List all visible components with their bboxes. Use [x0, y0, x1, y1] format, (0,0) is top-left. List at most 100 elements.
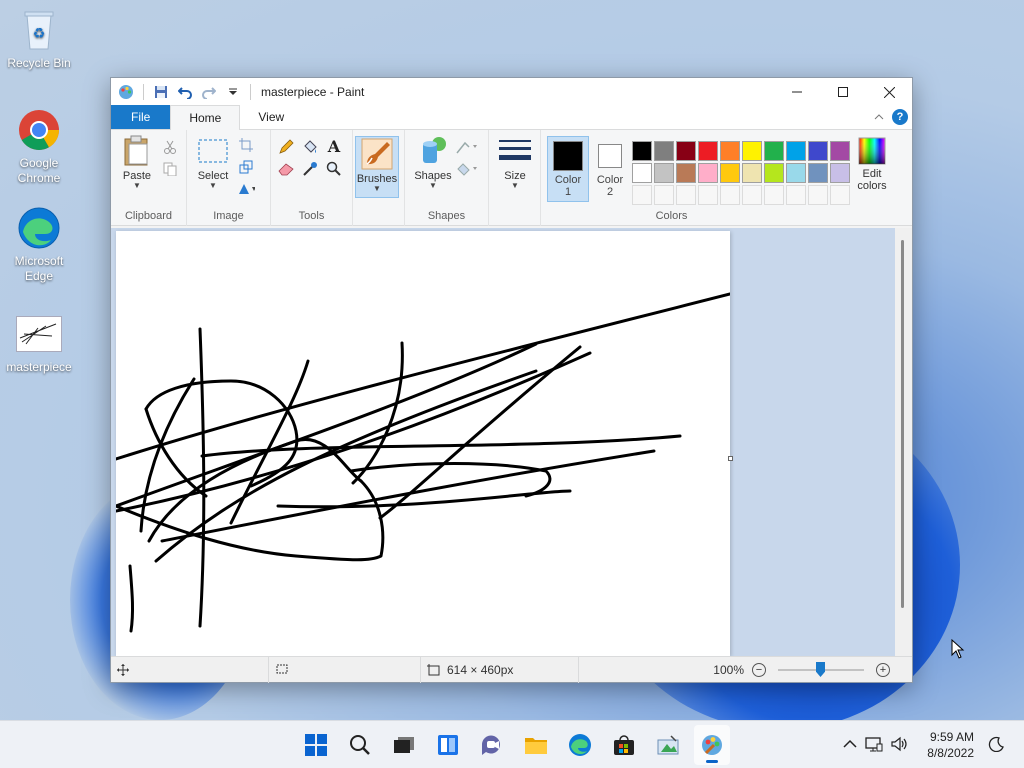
palette-swatch[interactable]: [830, 163, 850, 183]
focus-assist-icon[interactable]: [988, 736, 1004, 755]
close-button[interactable]: [866, 78, 912, 106]
collapse-ribbon-icon[interactable]: [874, 110, 884, 124]
palette-custom-slot[interactable]: [654, 185, 674, 205]
magnifier-icon[interactable]: [325, 160, 343, 178]
redo-icon[interactable]: [200, 83, 218, 101]
desktop-icon-google-chrome[interactable]: Google Chrome: [1, 106, 77, 186]
clock[interactable]: 9:59 AM 8/8/2022: [927, 729, 974, 761]
palette-swatch[interactable]: [720, 163, 740, 183]
chat-button[interactable]: [474, 725, 510, 765]
palette-custom-slot[interactable]: [676, 185, 696, 205]
palette-custom-slot[interactable]: [786, 185, 806, 205]
scribble-drawing: [114, 292, 732, 633]
clipboard-group-label: Clipboard: [124, 210, 173, 222]
palette-custom-slot[interactable]: [720, 185, 740, 205]
paste-button[interactable]: Paste ▼: [119, 134, 155, 190]
paint-app-icon[interactable]: [117, 83, 135, 101]
resize-icon[interactable]: [237, 158, 255, 176]
snipping-tool-button[interactable]: [650, 725, 686, 765]
file-explorer-button[interactable]: [518, 725, 554, 765]
help-button[interactable]: ?: [892, 109, 908, 125]
size-button[interactable]: Size ▼: [495, 134, 535, 190]
shapes-button[interactable]: Shapes ▼: [413, 134, 453, 190]
show-hidden-icons-button[interactable]: [843, 738, 857, 752]
edit-colors-button[interactable]: Edit colors: [849, 136, 895, 192]
store-button[interactable]: [606, 725, 642, 765]
palette-swatch[interactable]: [808, 141, 828, 161]
palette-custom-slot[interactable]: [830, 185, 850, 205]
zoom-slider-thumb[interactable]: [816, 662, 825, 677]
color-picker-icon[interactable]: [301, 160, 319, 178]
palette-swatch[interactable]: [676, 141, 696, 161]
palette-custom-slot[interactable]: [808, 185, 828, 205]
tab-view[interactable]: View: [240, 105, 302, 129]
palette-swatch[interactable]: [676, 163, 696, 183]
palette-swatch[interactable]: [654, 163, 674, 183]
tab-home[interactable]: Home: [170, 105, 241, 130]
crop-icon[interactable]: [237, 136, 255, 154]
zoom-level: 100%: [713, 663, 744, 677]
eraser-icon[interactable]: [277, 160, 295, 178]
volume-icon[interactable]: [891, 736, 909, 755]
palette-swatch[interactable]: [698, 141, 718, 161]
clipboard-group: Paste ▼ Clipboard: [111, 130, 187, 226]
title-bar[interactable]: masterpiece - Paint: [111, 78, 912, 106]
color1-button[interactable]: Color 1: [547, 136, 589, 202]
palette-swatch[interactable]: [698, 163, 718, 183]
save-icon[interactable]: [152, 83, 170, 101]
palette-custom-slot[interactable]: [742, 185, 762, 205]
desktop-icon-masterpiece[interactable]: masterpiece: [1, 310, 77, 375]
widgets-button[interactable]: [430, 725, 466, 765]
palette-swatch[interactable]: [720, 141, 740, 161]
palette-swatch[interactable]: [830, 141, 850, 161]
palette-swatch[interactable]: [764, 141, 784, 161]
zoom-in-button[interactable]: +: [876, 663, 890, 677]
text-icon[interactable]: A: [325, 137, 343, 156]
start-button[interactable]: [298, 725, 334, 765]
rotate-icon[interactable]: [237, 180, 255, 198]
customize-qat-icon[interactable]: [224, 83, 242, 101]
desktop-icon-label: masterpiece: [6, 360, 72, 374]
maximize-button[interactable]: [820, 78, 866, 106]
cut-icon[interactable]: [161, 138, 179, 156]
fill-icon[interactable]: [455, 160, 479, 178]
brushes-button[interactable]: Brushes ▼: [355, 136, 399, 198]
palette-custom-slot[interactable]: [698, 185, 718, 205]
palette-swatch[interactable]: [808, 163, 828, 183]
zoom-out-button[interactable]: −: [752, 663, 766, 677]
task-view-button[interactable]: [386, 725, 422, 765]
edge-taskbar-button[interactable]: [562, 725, 598, 765]
outline-icon[interactable]: [455, 138, 479, 156]
drawing-canvas[interactable]: [114, 231, 733, 656]
palette-swatch[interactable]: [654, 141, 674, 161]
palette-swatch[interactable]: [786, 141, 806, 161]
search-button[interactable]: [342, 725, 378, 765]
pencil-icon[interactable]: [277, 138, 295, 156]
network-icon[interactable]: [865, 736, 883, 755]
palette-swatch[interactable]: [786, 163, 806, 183]
palette-swatch[interactable]: [632, 141, 652, 161]
undo-icon[interactable]: [176, 83, 194, 101]
palette-swatch[interactable]: [742, 141, 762, 161]
zoom-slider[interactable]: [778, 662, 864, 677]
desktop-icon-label: Microsoft Edge: [14, 254, 64, 283]
desktop-icon-microsoft-edge[interactable]: Microsoft Edge: [1, 204, 77, 284]
scrollbar-thumb[interactable]: [901, 240, 904, 608]
palette-custom-slot[interactable]: [632, 185, 652, 205]
minimize-button[interactable]: [774, 78, 820, 106]
vertical-scrollbar[interactable]: [895, 228, 912, 656]
palette-swatch[interactable]: [742, 163, 762, 183]
desktop-icon-recycle-bin[interactable]: ♻ Recycle Bin: [1, 6, 77, 71]
color2-button[interactable]: Color 2: [589, 136, 631, 202]
select-button[interactable]: Select ▼: [193, 134, 233, 190]
paint-taskbar-button[interactable]: [694, 725, 730, 765]
fill-bucket-icon[interactable]: [301, 138, 319, 156]
palette-custom-slot[interactable]: [764, 185, 784, 205]
window-controls: [774, 78, 912, 106]
palette-swatch[interactable]: [632, 163, 652, 183]
tab-file[interactable]: File: [111, 105, 171, 129]
widgets-icon: [438, 735, 458, 755]
copy-icon[interactable]: [161, 160, 179, 178]
palette-swatch[interactable]: [764, 163, 784, 183]
canvas-resize-handle-right[interactable]: [728, 456, 733, 461]
